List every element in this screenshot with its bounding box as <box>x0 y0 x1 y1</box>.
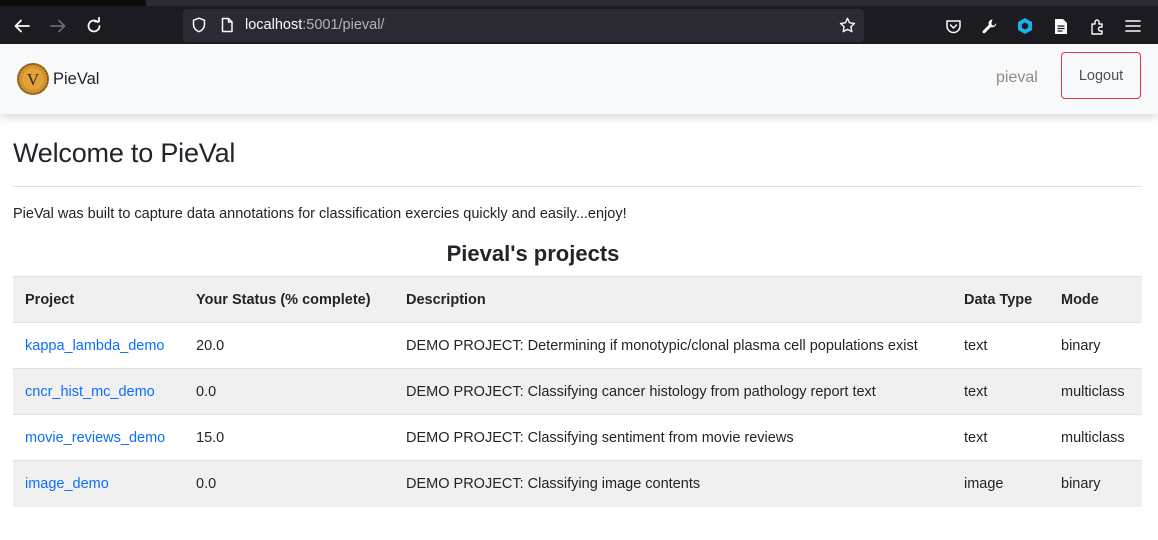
browser-toolbar: localhost:5001/pieval/ <box>0 0 1158 44</box>
pocket-icon[interactable] <box>939 12 967 40</box>
menu-icon[interactable] <box>1119 12 1147 40</box>
bookmark-star-icon[interactable] <box>839 17 856 39</box>
wrench-icon[interactable] <box>975 12 1003 40</box>
project-cell: image_demo <box>13 460 184 507</box>
table-row: cncr_hist_mc_demo 0.0 DEMO PROJECT: Clas… <box>13 368 1142 415</box>
table-row: kappa_lambda_demo 20.0 DEMO PROJECT: Det… <box>13 322 1142 369</box>
description-cell: DEMO PROJECT: Determining if monotypic/c… <box>394 322 952 369</box>
divider <box>13 186 1142 187</box>
project-cell: cncr_hist_mc_demo <box>13 368 184 415</box>
app-navbar: V PieVal pieval Logout <box>0 44 1158 114</box>
project-cell: movie_reviews_demo <box>13 414 184 461</box>
table-row: movie_reviews_demo 15.0 DEMO PROJECT: Cl… <box>13 414 1142 461</box>
header-project: Project <box>13 276 184 323</box>
brand-name: PieVal <box>53 69 100 88</box>
tab-strip <box>146 0 1158 6</box>
back-arrow-icon[interactable] <box>8 12 36 40</box>
url-host: localhost <box>245 17 303 33</box>
project-link[interactable]: cncr_hist_mc_demo <box>25 384 155 400</box>
status-cell: 20.0 <box>184 322 394 369</box>
logo-letter: V <box>27 70 40 89</box>
table-row: image_demo 0.0 DEMO PROJECT: Classifying… <box>13 460 1142 507</box>
mode-cell: multiclass <box>1049 414 1142 461</box>
logout-button[interactable]: Logout <box>1061 52 1141 99</box>
status-cell: 0.0 <box>184 368 394 415</box>
shield-icon[interactable] <box>191 17 207 38</box>
data-type-cell: text <box>952 322 1049 369</box>
header-status: Your Status (% complete) <box>184 276 394 323</box>
section-title: Pieval's projects <box>446 241 620 266</box>
url-bar[interactable]: localhost:5001/pieval/ <box>183 9 864 42</box>
project-link[interactable]: image_demo <box>25 476 109 492</box>
mode-cell: binary <box>1049 322 1142 369</box>
url-path: :5001/pieval/ <box>302 17 385 33</box>
pieval-logo-icon: V <box>17 63 49 95</box>
projects-table: Project Your Status (% complete) Descrip… <box>13 276 1142 507</box>
status-cell: 15.0 <box>184 414 394 461</box>
page-icon[interactable] <box>219 17 235 38</box>
page-title: Welcome to PieVal <box>13 138 236 168</box>
intro-text: PieVal was built to capture data annotat… <box>13 206 627 222</box>
description-cell: DEMO PROJECT: Classifying sentiment from… <box>394 414 952 461</box>
data-type-cell: text <box>952 414 1049 461</box>
description-cell: DEMO PROJECT: Classifying image contents <box>394 460 952 507</box>
brand-link[interactable]: V PieVal <box>16 62 99 96</box>
table-header-row: Project Your Status (% complete) Descrip… <box>13 276 1142 323</box>
project-link[interactable]: kappa_lambda_demo <box>25 338 164 354</box>
forward-arrow-icon[interactable] <box>44 12 72 40</box>
project-link[interactable]: movie_reviews_demo <box>25 430 165 446</box>
mode-cell: multiclass <box>1049 368 1142 415</box>
status-cell: 0.0 <box>184 460 394 507</box>
header-mode: Mode <box>1049 276 1142 323</box>
reload-icon[interactable] <box>80 12 108 40</box>
nav-username[interactable]: pieval <box>996 69 1038 87</box>
description-cell: DEMO PROJECT: Classifying cancer histolo… <box>394 368 952 415</box>
data-type-cell: text <box>952 368 1049 415</box>
header-description: Description <box>394 276 952 323</box>
data-type-cell: image <box>952 460 1049 507</box>
extension-cube-icon[interactable] <box>1011 12 1039 40</box>
reader-icon[interactable] <box>1047 12 1075 40</box>
url-text[interactable]: localhost:5001/pieval/ <box>245 17 384 33</box>
mode-cell: binary <box>1049 460 1142 507</box>
extensions-icon[interactable] <box>1083 12 1111 40</box>
header-data-type: Data Type <box>952 276 1049 323</box>
project-cell: kappa_lambda_demo <box>13 322 184 369</box>
